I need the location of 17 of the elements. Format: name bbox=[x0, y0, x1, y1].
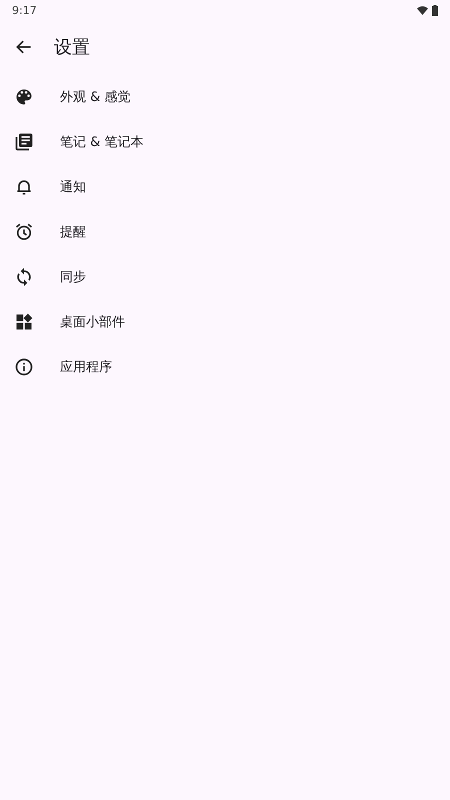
wifi-icon bbox=[417, 6, 428, 14]
settings-item[interactable]: 通知 bbox=[0, 164, 450, 209]
info-icon bbox=[14, 356, 34, 376]
page-title: 设置 bbox=[54, 36, 90, 59]
sync-icon bbox=[14, 266, 34, 286]
settings-item[interactable]: 同步 bbox=[0, 254, 450, 299]
widgets-icon bbox=[14, 312, 34, 332]
alarm-clock-icon bbox=[14, 222, 34, 242]
settings-item[interactable]: 提醒 bbox=[0, 209, 450, 254]
settings-item[interactable]: 外观 & 感觉 bbox=[0, 74, 450, 119]
palette-icon bbox=[14, 86, 34, 106]
settings-item[interactable]: 笔记 & 笔记本 bbox=[0, 119, 450, 164]
battery-icon bbox=[432, 4, 438, 16]
settings-item[interactable]: 桌面小部件 bbox=[0, 299, 450, 344]
settings-item[interactable]: 应用程序 bbox=[0, 344, 450, 389]
status-time: 9:17 bbox=[12, 4, 37, 16]
notebook-icon bbox=[14, 132, 34, 152]
